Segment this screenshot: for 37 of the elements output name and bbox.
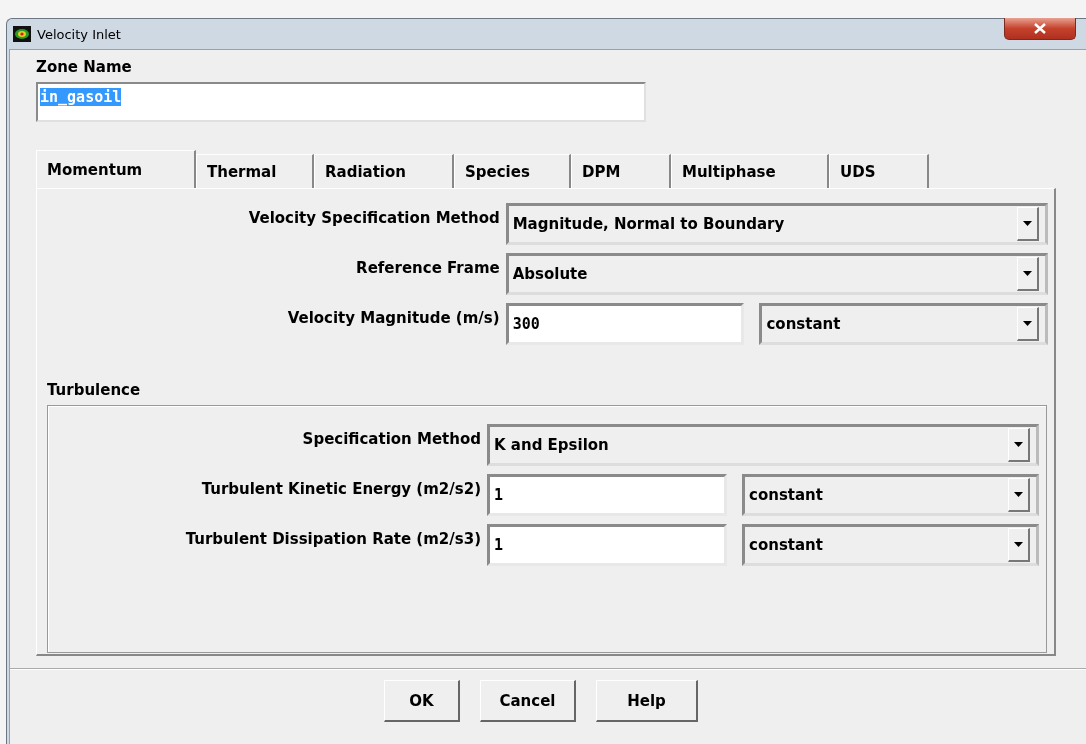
dropdown-arrow-icon — [1023, 321, 1032, 326]
dropdown-arrow-icon — [1023, 221, 1032, 226]
dropdown[interactable]: constant — [742, 474, 1039, 516]
dropdown-arrow-icon — [1014, 492, 1023, 497]
tab[interactable]: Thermal — [196, 154, 314, 188]
group-title: Turbulence — [47, 381, 141, 399]
field-label: Specification Method — [301, 429, 481, 448]
input-field[interactable]: 1 — [487, 474, 727, 516]
field-label: Velocity Specification Method — [247, 208, 500, 227]
dropdown[interactable]: Magnitude, Normal to Boundary — [505, 203, 1048, 245]
dialog-button[interactable]: Cancel — [480, 680, 576, 722]
tab[interactable]: Multiphase — [671, 154, 829, 188]
tab[interactable]: UDS — [829, 154, 929, 188]
tab[interactable]: DPM — [571, 154, 671, 188]
dropdown[interactable]: Absolute — [505, 253, 1048, 295]
dropdown-arrow-icon — [1014, 442, 1023, 447]
field-label: Velocity Magnitude (m/s) — [286, 308, 500, 327]
dialog-button[interactable]: Help — [596, 680, 698, 722]
field-label: Reference Frame — [355, 258, 500, 277]
app-icon — [13, 26, 31, 42]
tab[interactable]: Radiation — [314, 154, 454, 188]
close-button[interactable] — [1004, 18, 1076, 40]
close-icon — [1034, 23, 1046, 34]
window-title: Velocity Inlet — [37, 26, 121, 42]
dropdown[interactable]: K and Epsilon — [487, 424, 1039, 466]
dialog-button[interactable]: OK — [384, 680, 460, 722]
input-field[interactable]: 300 — [505, 303, 745, 345]
field-label: Turbulent Dissipation Rate (m2/s3) — [184, 529, 481, 548]
tab[interactable]: Species — [454, 154, 571, 188]
input-field[interactable]: 1 — [487, 524, 727, 566]
dropdown[interactable]: constant — [742, 524, 1039, 566]
dropdown-arrow-icon — [1023, 271, 1032, 276]
field-label: Turbulent Kinetic Energy (m2/s2) — [200, 479, 481, 498]
field-label: Zone Name — [36, 58, 132, 76]
dropdown[interactable]: constant — [759, 303, 1048, 345]
dropdown-arrow-icon — [1014, 542, 1023, 547]
tab[interactable]: Momentum — [36, 150, 196, 188]
